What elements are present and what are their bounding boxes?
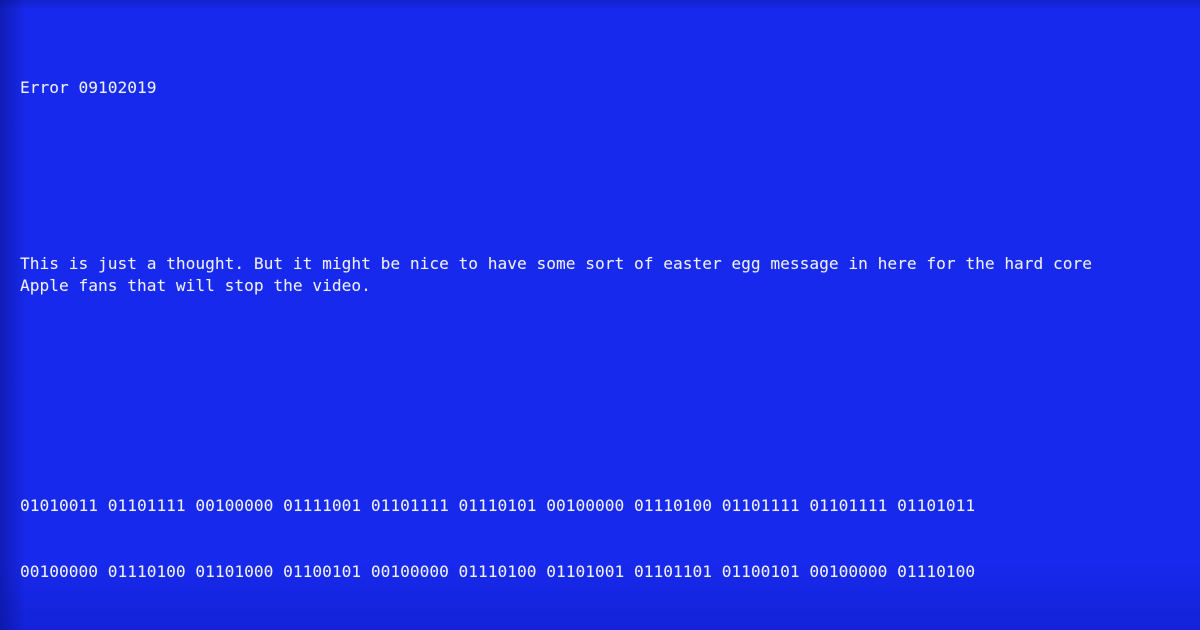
easter-egg-message: This is just a thought. But it might be …	[20, 254, 1102, 295]
error-screen: Error 09102019 This is just a thought. B…	[0, 0, 1200, 630]
binary-line: 00100000 01110100 01101000 01100101 0010…	[20, 562, 976, 581]
binary-block-1: 01010011 01101111 00100000 01111001 0110…	[20, 451, 1180, 630]
console-text-area: Error 09102019 This is just a thought. B…	[20, 11, 1180, 630]
error-code-header: Error 09102019	[20, 78, 157, 97]
top-vignette-overlay	[0, 0, 1200, 10]
blank-line-1	[20, 165, 1180, 187]
binary-line: 01010011 01101111 00100000 01111001 0110…	[20, 496, 976, 515]
blank-line-2	[20, 363, 1180, 385]
